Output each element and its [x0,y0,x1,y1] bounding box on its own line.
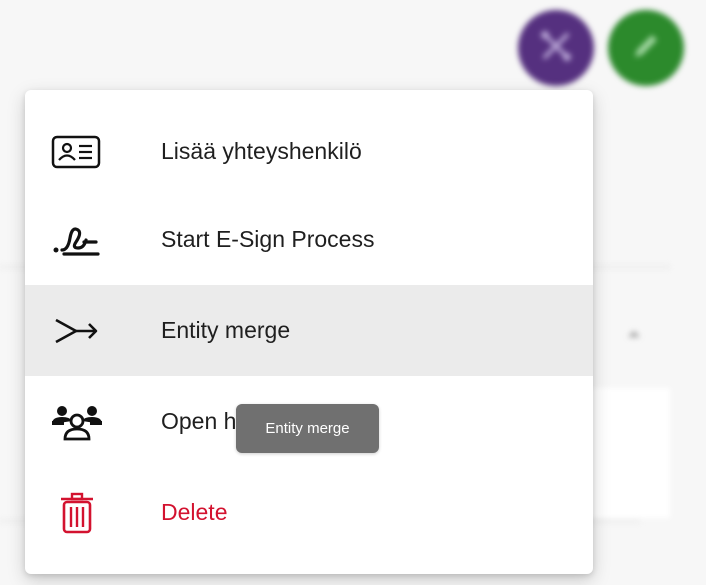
actions-menu: Lisää yhteyshenkilö Start E-Sign Process [25,90,593,574]
app-viewport: Lisää yhteyshenkilö Start E-Sign Process [0,0,706,585]
team-icon [47,400,107,444]
menu-item-esign[interactable]: Start E-Sign Process [25,194,593,285]
menu-item-add-contact[interactable]: Lisää yhteyshenkilö [25,106,593,197]
merge-arrow-icon [47,309,107,353]
chevron-up-icon [622,322,646,346]
menu-item-label: Entity merge [161,317,291,343]
menu-item-label: Open h [161,408,237,434]
menu-item-label: Lisää yhteyshenkilö [161,138,362,164]
menu-item-entity-merge[interactable]: Entity merge [25,285,593,376]
signature-icon [47,218,107,262]
menu-item-label: Delete [161,499,228,525]
menu-item-delete[interactable]: Delete [25,467,593,558]
trash-icon [47,491,107,535]
pencil-icon [626,26,666,71]
tools-icon [536,26,576,71]
tools-fab-button[interactable] [518,10,594,86]
tooltip: Entity merge [236,404,379,453]
contact-card-icon [47,130,107,174]
edit-fab-button[interactable] [608,10,684,86]
menu-item-label: Start E-Sign Process [161,226,375,252]
